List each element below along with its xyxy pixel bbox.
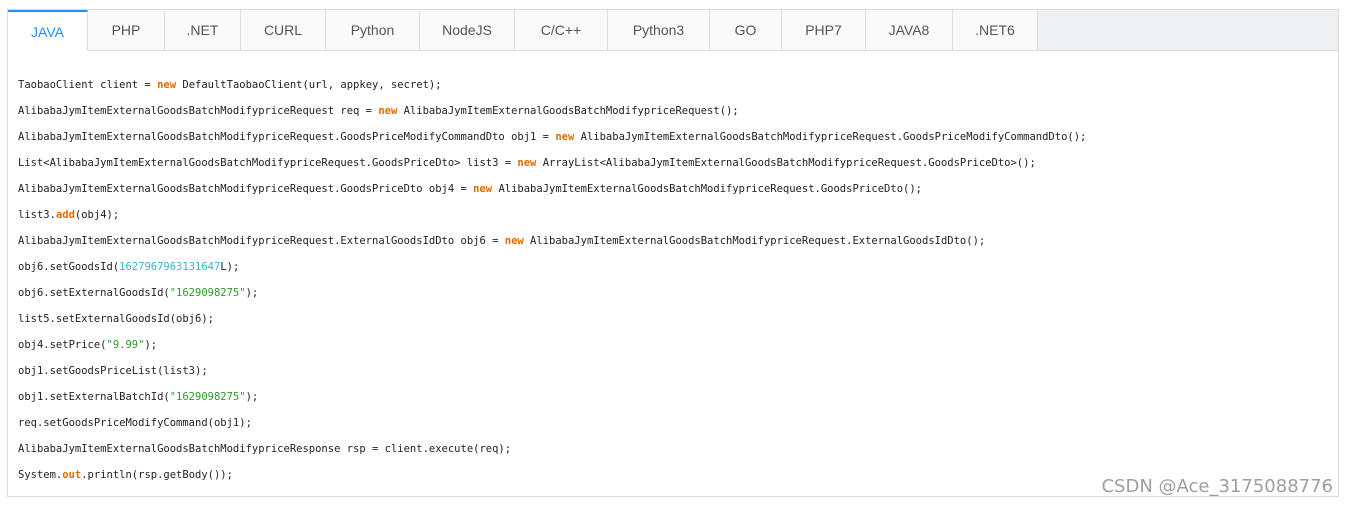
code-line: AlibabaJymItemExternalGoodsBatchModifypr… xyxy=(18,231,1328,257)
code-text: .println(rsp.getBody()); xyxy=(81,469,233,481)
code-string: "1629098275" xyxy=(169,391,246,403)
code-text: obj6.setExternalGoodsId( xyxy=(18,287,170,299)
code-text: ArrayList<AlibabaJymItemExternalGoodsBat… xyxy=(536,157,1036,169)
code-text: obj1.setExternalBatchId( xyxy=(18,391,170,403)
code-text: List<AlibabaJymItemExternalGoodsBatchMod… xyxy=(18,157,518,169)
watermark: CSDN @Ace_3175088776 xyxy=(1101,476,1333,497)
code-text: AlibabaJymItemExternalGoodsBatchModifypr… xyxy=(18,131,556,143)
code-keyword: new xyxy=(555,131,575,143)
code-block: TaobaoClient client = new DefaultTaobaoC… xyxy=(18,75,1328,491)
code-text: AlibabaJymItemExternalGoodsBatchModifypr… xyxy=(523,235,986,247)
code-line: obj4.setPrice("9.99"); xyxy=(18,335,1328,361)
code-line: obj6.setExternalGoodsId("1629098275"); xyxy=(18,283,1328,309)
code-keyword: new xyxy=(473,183,493,195)
code-line: list5.setExternalGoodsId(obj6); xyxy=(18,309,1328,335)
code-text: ); xyxy=(144,339,158,351)
code-text: AlibabaJymItemExternalGoodsBatchModifypr… xyxy=(18,235,505,247)
code-line: list3.add(obj4); xyxy=(18,205,1328,231)
code-keyword: new xyxy=(517,157,537,169)
tab-python3[interactable]: Python3 xyxy=(608,10,710,50)
code-text: AlibabaJymItemExternalGoodsBatchModifypr… xyxy=(18,443,512,455)
code-text: obj4.setPrice( xyxy=(18,339,107,351)
code-keyword: add xyxy=(55,209,75,221)
code-sample-panel: JAVA PHP .NET CURL Python NodeJS C/C++ Python3 G… xyxy=(7,9,1339,497)
tab-go[interactable]: GO xyxy=(710,10,782,50)
code-line: req.setGoodsPriceModifyCommand(obj1); xyxy=(18,413,1328,439)
language-tab-bar: JAVA PHP .NET CURL Python NodeJS C/C++ Python3 G… xyxy=(8,10,1338,51)
code-text: AlibabaJymItemExternalGoodsBatchModifypr… xyxy=(18,105,379,117)
tab-net6[interactable]: .NET6 xyxy=(953,10,1038,50)
code-text: AlibabaJymItemExternalGoodsBatchModifypr… xyxy=(18,183,474,195)
code-line: obj6.setGoodsId(1627967963131647L); xyxy=(18,257,1328,283)
code-text: System. xyxy=(18,469,63,481)
code-text: ); xyxy=(245,287,259,299)
code-text: ); xyxy=(245,391,259,403)
tab-python[interactable]: Python xyxy=(326,10,420,50)
code-keyword: new xyxy=(504,235,524,247)
code-text: req.setGoodsPriceModifyCommand(obj1); xyxy=(18,417,252,429)
code-line: obj1.setGoodsPriceList(list3); xyxy=(18,361,1328,387)
code-keyword: new xyxy=(378,105,398,117)
code-text: AlibabaJymItemExternalGoodsBatchModifypr… xyxy=(574,131,1087,143)
code-line: obj1.setExternalBatchId("1629098275"); xyxy=(18,387,1328,413)
code-text: list3. xyxy=(18,209,56,221)
code-line: AlibabaJymItemExternalGoodsBatchModifypr… xyxy=(18,127,1328,153)
tab-php7[interactable]: PHP7 xyxy=(782,10,866,50)
code-keyword: new xyxy=(157,79,177,91)
code-line: TaobaoClient client = new DefaultTaobaoC… xyxy=(18,75,1328,101)
code-line: AlibabaJymItemExternalGoodsBatchModifypr… xyxy=(18,101,1328,127)
code-line: AlibabaJymItemExternalGoodsBatchModifypr… xyxy=(18,439,1328,465)
code-line: List<AlibabaJymItemExternalGoodsBatchMod… xyxy=(18,153,1328,179)
code-string: "9.99" xyxy=(106,339,145,351)
code-string: "1629098275" xyxy=(169,287,246,299)
code-text: DefaultTaobaoClient(url, appkey, secret)… xyxy=(176,79,442,91)
code-number: 1627967963131647 xyxy=(119,261,221,273)
code-text: obj6.setGoodsId( xyxy=(18,261,120,273)
code-text: AlibabaJymItemExternalGoodsBatchModifypr… xyxy=(492,183,922,195)
tab-java8[interactable]: JAVA8 xyxy=(866,10,953,50)
code-text: TaobaoClient client = xyxy=(18,79,158,91)
code-text: list5.setExternalGoodsId(obj6); xyxy=(18,313,214,325)
code-line: AlibabaJymItemExternalGoodsBatchModifypr… xyxy=(18,179,1328,205)
tab-c-c[interactable]: C/C++ xyxy=(515,10,608,50)
tab-java[interactable]: JAVA xyxy=(8,10,88,51)
tab-php[interactable]: PHP xyxy=(88,10,165,50)
code-text: AlibabaJymItemExternalGoodsBatchModifypr… xyxy=(397,105,739,117)
code-keyword: out xyxy=(62,469,82,481)
tab-net[interactable]: .NET xyxy=(165,10,241,50)
code-text: obj1.setGoodsPriceList(list3); xyxy=(18,365,208,377)
code-text: L); xyxy=(220,261,240,273)
code-text: (obj4); xyxy=(74,209,120,221)
tab-nodejs[interactable]: NodeJS xyxy=(420,10,515,50)
tab-curl[interactable]: CURL xyxy=(241,10,326,50)
